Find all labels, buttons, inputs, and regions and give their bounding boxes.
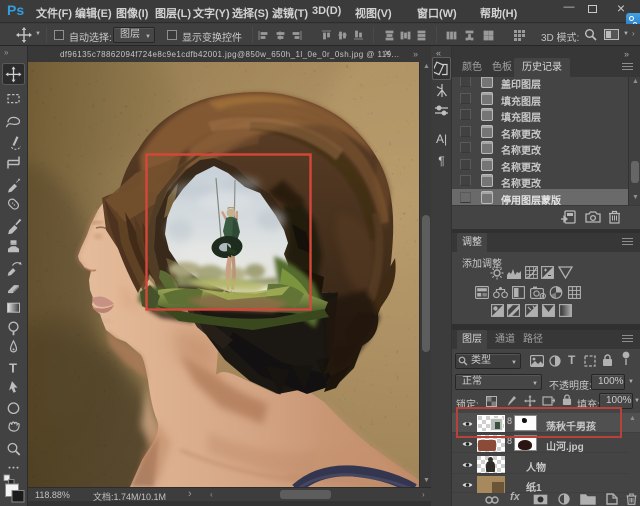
svg-text:T: T (9, 361, 17, 376)
